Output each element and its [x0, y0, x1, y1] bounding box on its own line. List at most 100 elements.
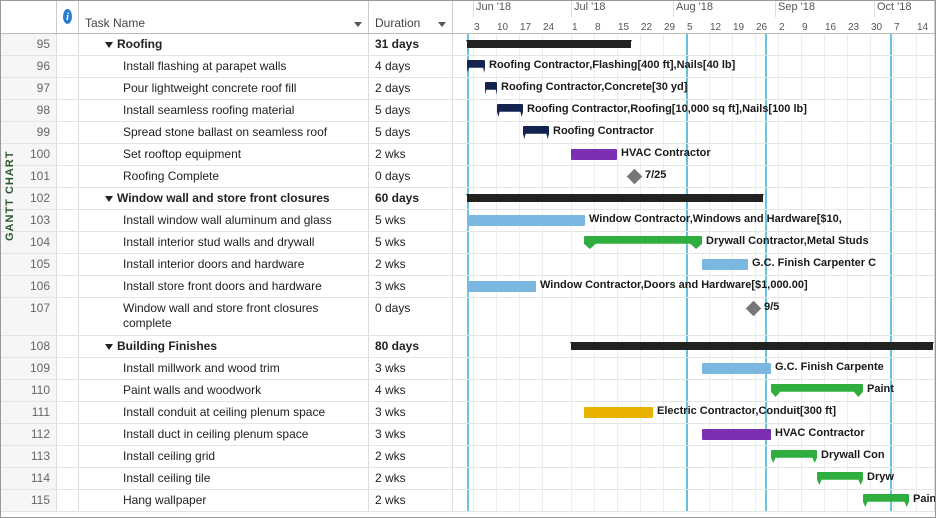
row-number[interactable]: 110 [1, 380, 57, 401]
task-bar[interactable] [467, 281, 536, 292]
row-info-cell[interactable] [57, 336, 79, 357]
task-name-cell[interactable]: Install interior stud walls and drywall [79, 232, 369, 253]
gantt-cell[interactable]: HVAC Contractor [453, 144, 935, 165]
duration-cell[interactable]: 5 days [369, 100, 453, 121]
milestone-diamond-icon[interactable] [746, 301, 762, 317]
task-name-cell[interactable]: Install interior doors and hardware [79, 254, 369, 275]
duration-cell[interactable]: 31 days [369, 34, 453, 55]
summary-bar[interactable] [571, 342, 933, 350]
row-info-cell[interactable] [57, 446, 79, 467]
duration-cell[interactable]: 60 days [369, 188, 453, 209]
row-info-cell[interactable] [57, 254, 79, 275]
collapse-caret-icon[interactable] [105, 196, 113, 202]
gantt-cell[interactable]: Window Contractor,Doors and Hardware[$1,… [453, 276, 935, 297]
task-bar[interactable] [702, 363, 771, 374]
row-number[interactable]: 107 [1, 298, 57, 335]
task-name-cell[interactable]: Install seamless roofing material [79, 100, 369, 121]
row-info-cell[interactable] [57, 56, 79, 77]
row-number[interactable]: 115 [1, 490, 57, 511]
task-row[interactable]: 112Install duct in ceiling plenum space3… [1, 424, 935, 446]
duration-cell[interactable]: 3 wks [369, 424, 453, 445]
row-info-cell[interactable] [57, 298, 79, 335]
gantt-cell[interactable]: G.C. Finish Carpenter C [453, 254, 935, 275]
task-row[interactable]: 108Building Finishes80 days [1, 336, 935, 358]
duration-cell[interactable]: 5 wks [369, 232, 453, 253]
row-info-cell[interactable] [57, 188, 79, 209]
task-bar[interactable] [584, 236, 702, 249]
row-info-cell[interactable] [57, 100, 79, 121]
task-name-cell[interactable]: Roofing Complete [79, 166, 369, 187]
duration-cell[interactable]: 0 days [369, 298, 453, 335]
task-row[interactable]: 106Install store front doors and hardwar… [1, 276, 935, 298]
duration-cell[interactable]: 3 wks [369, 276, 453, 297]
row-number[interactable]: 97 [1, 78, 57, 99]
task-name-cell[interactable]: Install conduit at ceiling plenum space [79, 402, 369, 423]
duration-cell[interactable]: 4 days [369, 56, 453, 77]
duration-cell[interactable]: 4 wks [369, 380, 453, 401]
gantt-cell[interactable]: 9/5 [453, 298, 935, 335]
row-info-cell[interactable] [57, 380, 79, 401]
task-name-cell[interactable]: Roofing [79, 34, 369, 55]
row-number[interactable]: 114 [1, 468, 57, 489]
duration-cell[interactable]: 3 wks [369, 402, 453, 423]
row-number[interactable]: 105 [1, 254, 57, 275]
task-bar[interactable] [571, 149, 617, 160]
duration-cell[interactable]: 5 wks [369, 210, 453, 231]
chevron-down-icon[interactable] [438, 22, 446, 27]
task-row[interactable]: 98Install seamless roofing material5 day… [1, 100, 935, 122]
task-name-cell[interactable]: Install ceiling tile [79, 468, 369, 489]
duration-cell[interactable]: 0 days [369, 166, 453, 187]
gantt-cell[interactable]: Window Contractor,Windows and Hardware[$… [453, 210, 935, 231]
row-info-cell[interactable] [57, 34, 79, 55]
gantt-cell[interactable]: Roofing Contractor,Concrete[30 yd] [453, 78, 935, 99]
task-row[interactable]: 101Roofing Complete0 days7/25 [1, 166, 935, 188]
task-name-cell[interactable]: Window wall and store front closures com… [79, 298, 369, 335]
chevron-down-icon[interactable] [354, 22, 362, 27]
task-row[interactable]: 113Install ceiling grid2 wksDrywall Con [1, 446, 935, 468]
task-name-cell[interactable]: Spread stone ballast on seamless roof [79, 122, 369, 143]
task-row[interactable]: 109Install millwork and wood trim3 wksG.… [1, 358, 935, 380]
task-name-cell[interactable]: Install window wall aluminum and glass [79, 210, 369, 231]
row-number[interactable]: 112 [1, 424, 57, 445]
row-number[interactable]: 96 [1, 56, 57, 77]
row-info-cell[interactable] [57, 276, 79, 297]
collapse-caret-icon[interactable] [105, 42, 113, 48]
duration-cell[interactable]: 2 days [369, 78, 453, 99]
gantt-cell[interactable]: Roofing Contractor [453, 122, 935, 143]
row-number[interactable]: 106 [1, 276, 57, 297]
gantt-cell[interactable]: G.C. Finish Carpente [453, 358, 935, 379]
duration-cell[interactable]: 2 wks [369, 144, 453, 165]
duration-cell[interactable]: 2 wks [369, 468, 453, 489]
row-info-cell[interactable] [57, 358, 79, 379]
task-bar[interactable] [702, 429, 771, 440]
row-info-cell[interactable] [57, 490, 79, 511]
gantt-cell[interactable] [453, 34, 935, 55]
task-name-cell[interactable]: Install ceiling grid [79, 446, 369, 467]
task-name-cell[interactable]: Install millwork and wood trim [79, 358, 369, 379]
gantt-cell[interactable]: Paint [453, 490, 935, 511]
row-number[interactable]: 111 [1, 402, 57, 423]
row-number[interactable]: 109 [1, 358, 57, 379]
task-bar[interactable] [584, 407, 653, 418]
task-row[interactable]: 96Install flashing at parapet walls4 day… [1, 56, 935, 78]
gantt-cell[interactable]: Roofing Contractor,Flashing[400 ft],Nail… [453, 56, 935, 77]
row-number[interactable]: 99 [1, 122, 57, 143]
task-row[interactable]: 97Pour lightweight concrete roof fill2 d… [1, 78, 935, 100]
task-row[interactable]: 103Install window wall aluminum and glas… [1, 210, 935, 232]
task-row[interactable]: 105Install interior doors and hardware2 … [1, 254, 935, 276]
task-name-cell[interactable]: Paint walls and woodwork [79, 380, 369, 401]
task-name-cell[interactable]: Building Finishes [79, 336, 369, 357]
task-row[interactable]: 102Window wall and store front closures6… [1, 188, 935, 210]
task-bar[interactable] [467, 215, 585, 226]
col-header-row-number[interactable] [1, 1, 57, 33]
duration-cell[interactable]: 5 days [369, 122, 453, 143]
task-row[interactable]: 115Hang wallpaper2 wksPaint [1, 490, 935, 512]
row-number[interactable]: 108 [1, 336, 57, 357]
row-info-cell[interactable] [57, 424, 79, 445]
task-row[interactable]: 100Set rooftop equipment2 wksHVAC Contra… [1, 144, 935, 166]
gantt-cell[interactable]: Electric Contractor,Conduit[300 ft] [453, 402, 935, 423]
row-info-cell[interactable] [57, 166, 79, 187]
duration-cell[interactable]: 2 wks [369, 446, 453, 467]
task-row[interactable]: 111 Install conduit at ceiling plenum spa… [1, 402, 935, 424]
task-row[interactable]: 110Paint walls and woodwork4 wksPaint [1, 380, 935, 402]
